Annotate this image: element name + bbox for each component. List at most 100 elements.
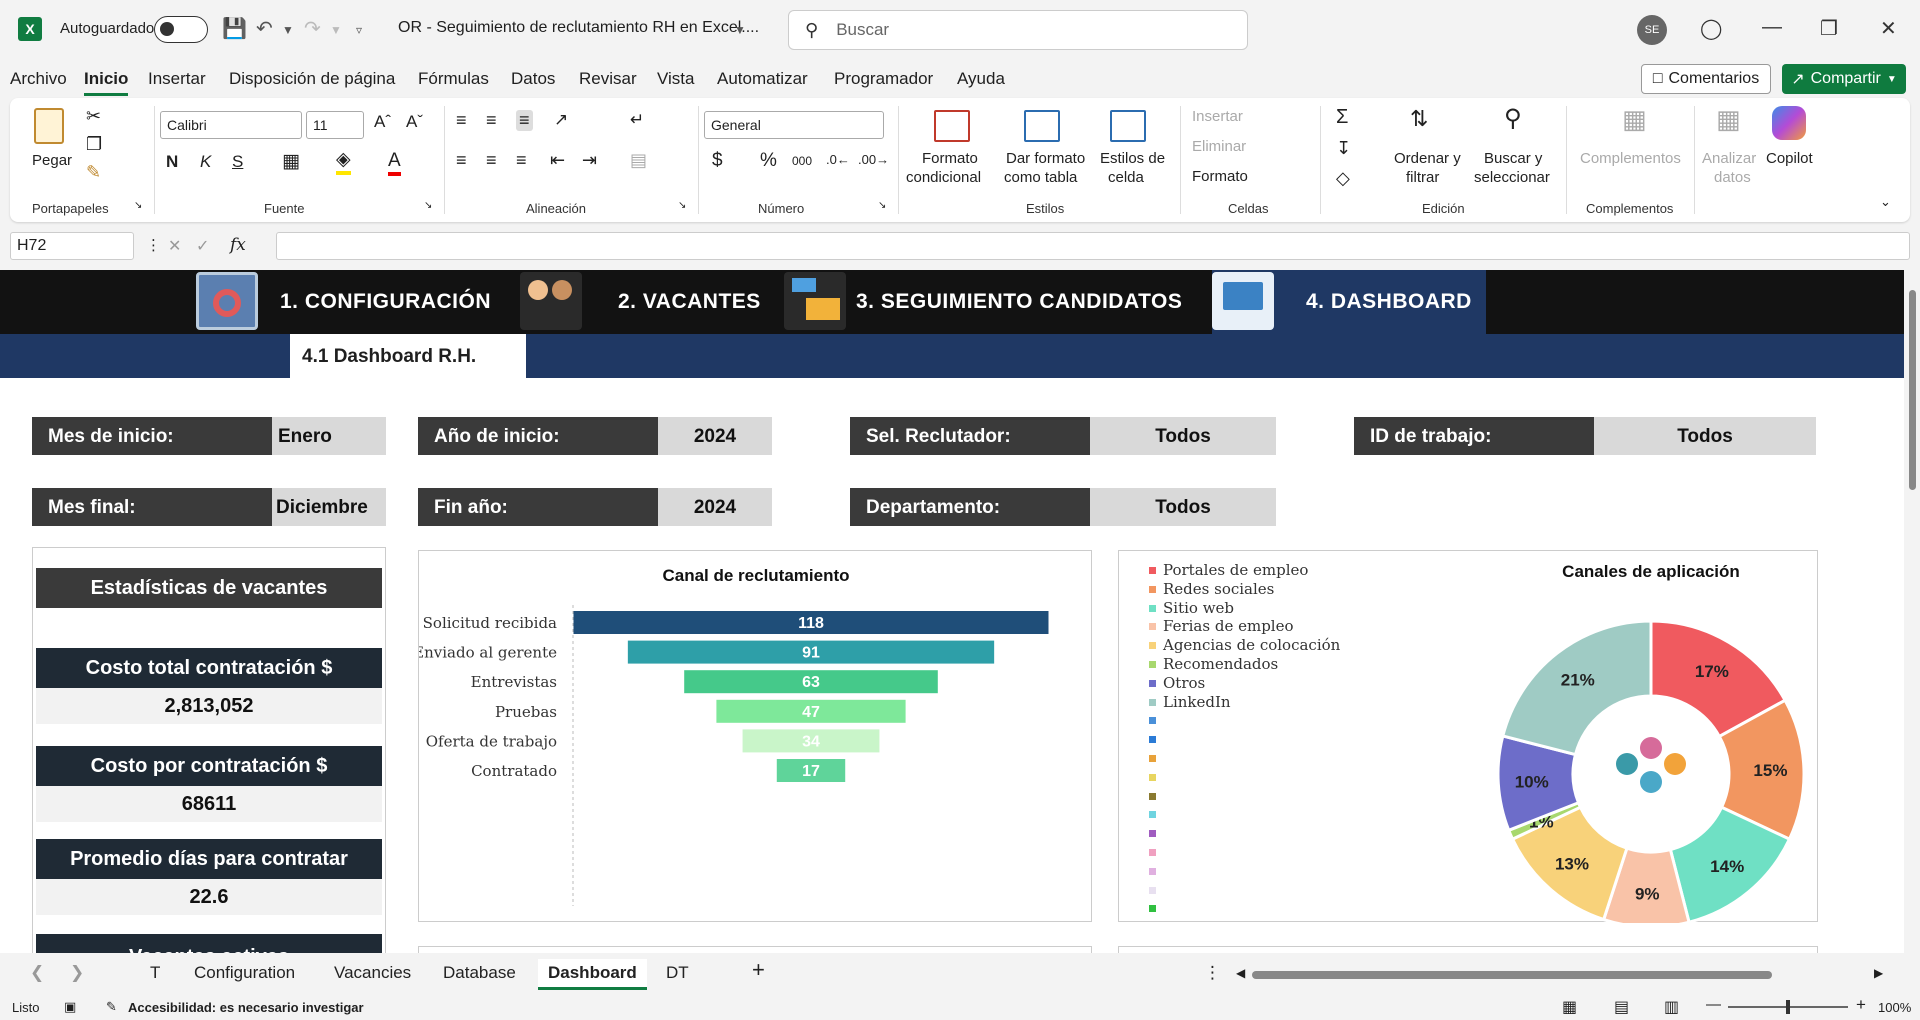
filter-fin-anio-value[interactable]: 2024 xyxy=(658,488,772,526)
prev-sheet-icon[interactable]: ❮ xyxy=(30,963,44,983)
candidates-tracking-icon[interactable] xyxy=(784,272,846,330)
zoom-slider-thumb[interactable] xyxy=(1786,1000,1790,1014)
table-format-label-1[interactable]: Dar formato xyxy=(1006,150,1085,167)
menu-formulas[interactable]: Fórmulas xyxy=(418,69,489,89)
scroll-left-icon[interactable]: ◀ xyxy=(1236,966,1245,980)
sort-filter-label-2[interactable]: filtrar xyxy=(1406,169,1439,186)
normal-view-icon[interactable]: ▦ xyxy=(1562,997,1577,1017)
filter-id-trabajo-value[interactable]: Todos xyxy=(1594,417,1816,455)
accessibility-status[interactable]: Accesibilidad: es necesario investigar xyxy=(128,1000,364,1015)
conditional-format-label-2[interactable]: condicional xyxy=(906,169,981,186)
undo-icon[interactable]: ↶ xyxy=(256,16,273,41)
minimize-icon[interactable]: — xyxy=(1762,16,1782,39)
name-box-more-icon[interactable]: ⋮ xyxy=(146,236,161,254)
comments-button[interactable]: □ Comentarios xyxy=(1641,64,1771,94)
zoom-slider[interactable] xyxy=(1728,1000,1848,1014)
filter-reclutador-value[interactable]: Todos xyxy=(1090,417,1276,455)
table-format-label-2[interactable]: como tabla xyxy=(1004,169,1077,186)
menu-ayuda[interactable]: Ayuda xyxy=(957,69,1005,89)
customize-toolbar-icon[interactable]: ▿ xyxy=(356,23,362,37)
page-layout-icon[interactable]: ▤ xyxy=(1614,997,1629,1017)
menu-inicio[interactable]: Inicio xyxy=(84,69,129,96)
subtab-dashboard-rh[interactable]: 4.1 Dashboard R.H. xyxy=(290,334,526,378)
currency-icon[interactable]: $ xyxy=(712,150,723,172)
merge-cells-icon[interactable]: ▤ xyxy=(630,150,647,171)
increase-indent-icon[interactable]: ⇥ xyxy=(582,150,597,171)
font-size-select[interactable]: 11 xyxy=(306,111,364,139)
search-box[interactable]: ⚲ Buscar xyxy=(788,10,1248,50)
number-format-select[interactable]: General xyxy=(704,111,884,139)
paste-icon[interactable] xyxy=(34,108,64,144)
formula-input[interactable] xyxy=(276,232,1910,260)
copilot-button[interactable]: Copilot xyxy=(1766,150,1813,167)
align-top-icon[interactable]: ≡ xyxy=(456,110,467,131)
filter-mes-final-value[interactable]: Diciembre xyxy=(272,488,386,526)
save-icon[interactable]: 💾 xyxy=(222,16,247,41)
filter-departamento-value[interactable]: Todos xyxy=(1090,488,1276,526)
italic-button[interactable]: K xyxy=(200,152,211,172)
clipboard-launcher-icon[interactable]: ↘ xyxy=(134,200,142,211)
borders-icon[interactable]: ▦ xyxy=(282,150,300,173)
tab-options-icon[interactable]: ⋮ xyxy=(1204,963,1221,983)
sheet-tab-configuration[interactable]: Configuration xyxy=(194,963,295,983)
page-break-icon[interactable]: ▥ xyxy=(1664,997,1679,1017)
format-painter-icon[interactable]: ✎ xyxy=(86,162,101,183)
wrap-text-icon[interactable]: ↵ xyxy=(630,110,644,130)
underline-button[interactable]: S xyxy=(232,152,243,172)
fill-icon[interactable]: ↧ xyxy=(1336,138,1351,159)
nav-dashboard[interactable]: 4. DASHBOARD xyxy=(1306,290,1472,314)
menu-revisar[interactable]: Revisar xyxy=(579,69,637,89)
orientation-icon[interactable]: ↗ xyxy=(554,110,568,130)
horizontal-scrollbar[interactable]: ◀ ▶ xyxy=(1236,966,1886,980)
sheet-tab-dt[interactable]: DT xyxy=(666,963,689,983)
insert-cells-button[interactable]: Insertar xyxy=(1192,108,1243,125)
decrease-decimal-icon[interactable]: .00→ xyxy=(858,152,889,167)
vertical-scrollbar[interactable] xyxy=(1904,270,1920,953)
redo-dropdown-icon[interactable]: ▼ xyxy=(330,23,342,37)
dashboard-monitor-icon[interactable] xyxy=(1212,272,1274,330)
conditional-format-label-1[interactable]: Formato xyxy=(922,150,978,167)
macro-record-icon[interactable]: ▣ xyxy=(64,999,76,1015)
percent-icon[interactable]: % xyxy=(760,150,777,172)
zoom-out-icon[interactable]: — xyxy=(1706,996,1721,1013)
zoom-in-icon[interactable]: + xyxy=(1856,995,1866,1015)
increase-decimal-icon[interactable]: .0← xyxy=(826,152,850,167)
document-title[interactable]: OR - Seguimiento de reclutamiento RH en … xyxy=(398,19,759,37)
zoom-level[interactable]: 100% xyxy=(1878,1000,1911,1015)
nav-vacantes[interactable]: 2. VACANTES xyxy=(618,290,761,314)
enter-icon[interactable]: ✓ xyxy=(196,236,209,256)
font-color-icon[interactable]: A xyxy=(388,150,401,176)
insert-function-icon[interactable]: fx xyxy=(230,235,246,255)
format-cells-button[interactable]: Formato xyxy=(1192,168,1248,185)
bold-button[interactable]: N xyxy=(166,152,178,172)
grow-font-icon[interactable]: Aˆ xyxy=(374,112,391,132)
analyze-data-label-2[interactable]: datos xyxy=(1714,169,1751,186)
analyze-data-label-1[interactable]: Analizar xyxy=(1702,150,1756,167)
fill-color-icon[interactable]: ◈ xyxy=(336,148,351,175)
menu-disposicion[interactable]: Disposición de página xyxy=(229,69,395,89)
align-left-icon[interactable]: ≡ xyxy=(456,150,467,171)
autosum-icon[interactable]: Σ xyxy=(1336,106,1348,129)
filter-anio-inicio-value[interactable]: 2024 xyxy=(658,417,772,455)
name-box[interactable]: H72 xyxy=(10,232,134,260)
align-middle-icon[interactable]: ≡ xyxy=(486,110,497,131)
copy-icon[interactable]: ❐ xyxy=(86,134,102,155)
vertical-scroll-thumb[interactable] xyxy=(1909,290,1916,490)
filter-mes-inicio-value[interactable]: Enero xyxy=(272,417,386,455)
add-sheet-icon[interactable]: + xyxy=(752,957,765,983)
delete-cells-button[interactable]: Eliminar xyxy=(1192,138,1246,155)
cell-styles-label-2[interactable]: celda xyxy=(1108,169,1144,186)
align-center-icon[interactable]: ≡ xyxy=(486,150,497,171)
menu-programador[interactable]: Programador xyxy=(834,69,933,89)
number-launcher-icon[interactable]: ↘ xyxy=(878,200,886,211)
menu-datos[interactable]: Datos xyxy=(511,69,555,89)
horizontal-scroll-thumb[interactable] xyxy=(1252,971,1772,979)
undo-dropdown-icon[interactable]: ▼ xyxy=(282,23,294,37)
share-button[interactable]: ↗ Compartir ▼ xyxy=(1782,64,1906,94)
redo-icon[interactable]: ↷ xyxy=(304,16,321,41)
find-select-label-2[interactable]: seleccionar xyxy=(1474,169,1550,186)
cell-styles-label-1[interactable]: Estilos de xyxy=(1100,150,1165,167)
accessibility-icon[interactable]: ✎ xyxy=(106,999,117,1015)
vacancies-people-icon[interactable] xyxy=(520,272,582,330)
align-bottom-icon[interactable]: ≡ xyxy=(516,110,533,131)
